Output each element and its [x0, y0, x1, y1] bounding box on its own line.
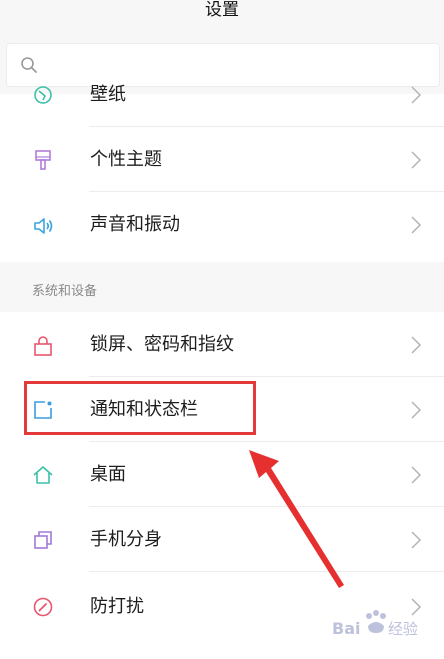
baidu-jingyan-watermark: Bai 经验 — [332, 610, 418, 638]
chevron-right-icon — [411, 466, 422, 484]
chevron-right-icon — [411, 151, 422, 169]
home-icon — [33, 466, 53, 484]
settings-item-label: 声音和振动 — [90, 214, 180, 235]
settings-item-label: 壁纸 — [90, 84, 126, 105]
chevron-right-icon — [411, 401, 422, 419]
settings-item-theme[interactable]: 个性主题 — [0, 127, 444, 192]
clone-icon — [34, 531, 52, 549]
settings-item-dual-apps[interactable]: 手机分身 — [0, 507, 444, 572]
settings-item-desktop[interactable]: 桌面 — [0, 442, 444, 507]
chevron-right-icon — [411, 216, 422, 234]
page-title: 设置 — [205, 0, 239, 20]
settings-item-label: 防打扰 — [90, 596, 144, 617]
lock-icon — [34, 336, 52, 356]
chevron-right-icon — [411, 86, 422, 104]
settings-item-label: 桌面 — [90, 464, 126, 485]
brush-icon — [35, 150, 51, 170]
annotation-highlight-box — [24, 381, 256, 435]
svg-text:Bai: Bai — [332, 619, 360, 638]
settings-item-label: 个性主题 — [90, 149, 162, 170]
speaker-icon — [34, 218, 53, 234]
settings-item-wallpaper[interactable]: 壁纸 — [0, 62, 444, 127]
chevron-right-icon — [411, 531, 422, 549]
svg-text:经验: 经验 — [388, 620, 418, 638]
settings-item-label: 手机分身 — [90, 529, 162, 550]
title-bar: 设置 — [0, 0, 444, 33]
settings-item-sound[interactable]: 声音和振动 — [0, 192, 444, 257]
chevron-right-icon — [411, 336, 422, 354]
settings-group-personalization: 壁纸 个性主题 声音和振动 — [0, 84, 444, 262]
settings-item-lockscreen[interactable]: 锁屏、密码和指纹 — [0, 312, 444, 377]
settings-item-label: 锁屏、密码和指纹 — [90, 334, 234, 355]
section-header-system: 系统和设备 — [32, 284, 98, 299]
wallpaper-icon — [34, 86, 52, 104]
do-not-disturb-icon — [33, 597, 53, 617]
